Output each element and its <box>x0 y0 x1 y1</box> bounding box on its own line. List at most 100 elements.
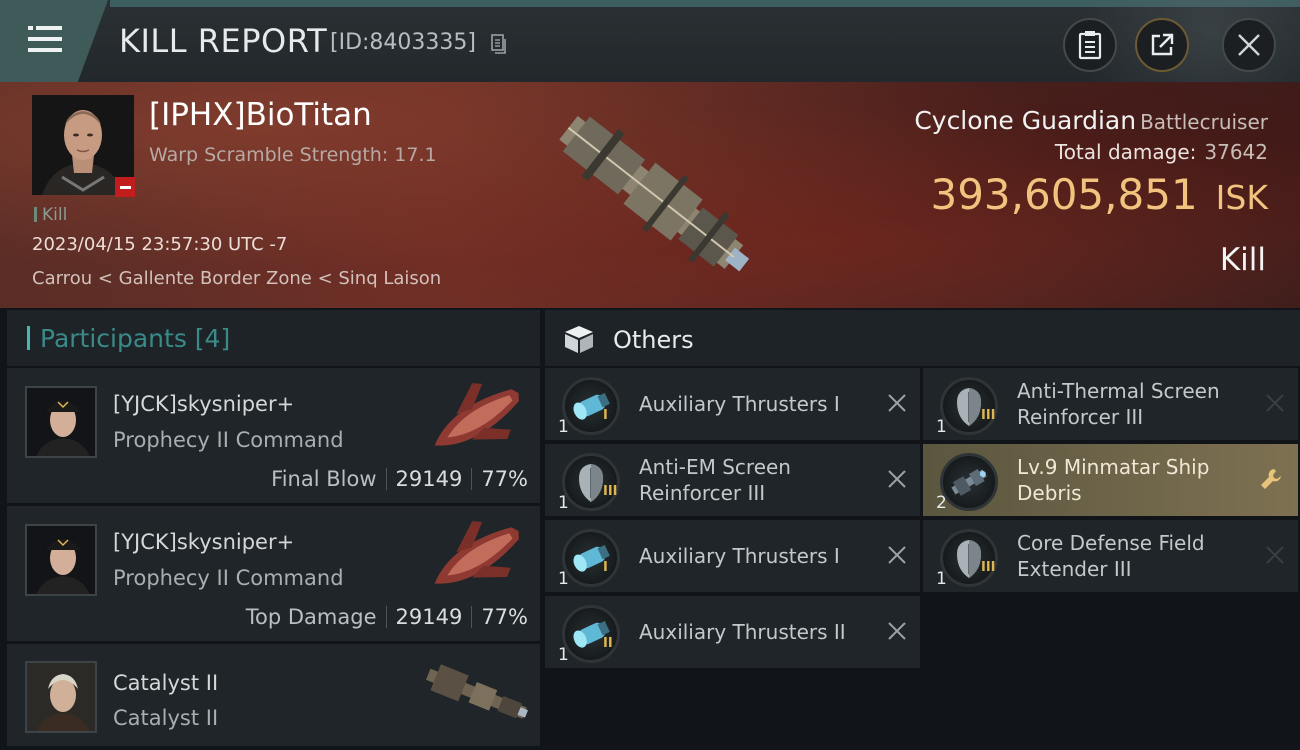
shield-reinforcer-icon <box>940 377 998 435</box>
destroyed-icon <box>1266 546 1284 564</box>
report-result: Kill <box>1219 242 1266 278</box>
clipboard-button[interactable] <box>1063 18 1117 72</box>
total-damage: Total damage: 37642 <box>1055 140 1268 164</box>
share-icon <box>1151 33 1174 56</box>
copy-icon[interactable] <box>491 34 507 54</box>
wrench-icon[interactable] <box>1258 466 1284 492</box>
item-tier: I <box>603 408 608 423</box>
isk-value: 393,605,851 ISK <box>930 170 1268 219</box>
close-button[interactable] <box>1222 18 1276 72</box>
participant-name: [YJCK]skysniper+ <box>113 530 295 554</box>
share-button[interactable] <box>1135 18 1189 72</box>
item-name: Auxiliary Thrusters II <box>639 620 846 644</box>
participant-ship-image <box>434 521 519 584</box>
shield-reinforcer-icon <box>940 529 998 587</box>
isk-amount: 393,605,851 <box>930 170 1198 219</box>
thruster-icon <box>562 377 620 435</box>
victim-ship-image <box>559 115 750 272</box>
loot-item[interactable]: 1 III Core Defense Field Extender III <box>923 520 1298 592</box>
item-name: Core Defense Field Extender III <box>1017 531 1205 581</box>
box-icon <box>565 326 593 353</box>
participant-stats: Final Blow 29149 77% <box>271 467 528 491</box>
top-bar: KILL REPORT [ID:8403335] <box>0 0 1300 82</box>
participant-row[interactable]: [YJCK]skysniper+ Prophecy II Command Fin… <box>7 368 540 503</box>
kill-tag: Kill <box>34 205 67 225</box>
item-name: Anti-EM Screen Reinforcer III <box>639 455 791 505</box>
loot-item[interactable]: 1 I Auxiliary Thrusters I <box>545 520 920 592</box>
item-quantity: 1 <box>558 645 569 665</box>
report-id: [ID:8403335] <box>330 30 476 55</box>
participant-damage: 29149 <box>395 467 463 491</box>
victim-banner: [IPHX]BioTitan Warp Scramble Strength: 1… <box>0 82 1300 308</box>
item-name: Anti-Thermal Screen Reinforcer III <box>1017 379 1220 429</box>
participant-stats: Top Damage 29149 77% <box>246 605 528 629</box>
participant-percent: 77% <box>481 467 528 491</box>
participant-ship: Prophecy II Command <box>113 566 344 590</box>
menu-button[interactable] <box>0 0 108 82</box>
participants-label: Participants [4] <box>40 324 231 353</box>
participant-damage: 29149 <box>395 605 463 629</box>
menu-icon <box>28 26 62 54</box>
loot-item[interactable]: 1 II Auxiliary Thrusters II <box>545 596 920 668</box>
thruster-icon <box>562 529 620 587</box>
participant-name: [YJCK]skysniper+ <box>113 392 295 416</box>
item-name: Auxiliary Thrusters I <box>639 544 840 568</box>
debris-icon <box>940 453 998 511</box>
kill-datetime: 2023/04/15 23:57:30 UTC -7 <box>32 234 288 255</box>
destroyed-icon <box>888 394 906 412</box>
item-name: Lv.9 Minmatar Ship Debris <box>1017 455 1210 505</box>
item-tier: II <box>603 636 613 651</box>
loot-item[interactable]: 1 III Anti-Thermal Screen Reinforcer III <box>923 368 1298 440</box>
isk-unit: ISK <box>1215 178 1268 217</box>
item-tier: III <box>981 560 996 575</box>
participants-accent-bar <box>27 326 30 350</box>
item-quantity: 2 <box>936 493 947 513</box>
participant-ship: Prophecy II Command <box>113 428 344 452</box>
participant-avatar <box>25 524 97 596</box>
item-quantity: 1 <box>936 417 947 437</box>
total-damage-value: 37642 <box>1204 140 1268 164</box>
close-icon <box>1238 34 1260 56</box>
participant-row[interactable]: [YJCK]skysniper+ Prophecy II Command Top… <box>7 506 540 641</box>
item-quantity: 1 <box>936 569 947 589</box>
loot-item[interactable]: 1 III Anti-EM Screen Reinforcer III <box>545 444 920 516</box>
item-quantity: 1 <box>558 417 569 437</box>
destroyed-icon <box>888 470 906 488</box>
participant-name: Catalyst II <box>113 671 219 695</box>
thruster-icon <box>562 605 620 663</box>
item-quantity: 1 <box>558 493 569 513</box>
total-damage-label: Total damage: <box>1054 140 1197 164</box>
participant-role: Top Damage <box>245 605 377 629</box>
participant-ship-image <box>425 664 529 719</box>
victim-name[interactable]: [IPHX]BioTitan <box>149 97 372 133</box>
participant-ship: Catalyst II <box>113 706 219 730</box>
participant-row[interactable]: Catalyst II Catalyst II <box>7 644 540 746</box>
victim-ship-name: Cyclone Guardian <box>914 106 1137 135</box>
victim-ship[interactable]: Cyclone Guardian Battlecruiser <box>914 106 1268 135</box>
others-header: Others <box>545 310 1300 366</box>
others-label: Others <box>613 326 694 354</box>
kill-location[interactable]: Carrou < Gallente Border Zone < Sinq Lai… <box>32 268 441 289</box>
participant-avatar <box>25 661 97 733</box>
participants-header: Participants [4] <box>7 310 540 366</box>
victim-ship-class: Battlecruiser <box>1140 110 1268 134</box>
destroyed-icon <box>888 546 906 564</box>
participant-role: Final Blow <box>271 467 377 491</box>
destroyed-icon <box>888 622 906 640</box>
destroyed-icon <box>1266 394 1284 412</box>
shield-reinforcer-icon <box>562 453 620 511</box>
clipboard-icon <box>1078 31 1102 60</box>
page-title: KILL REPORT <box>119 22 328 60</box>
item-tier: III <box>603 484 618 499</box>
loot-item-highlighted[interactable]: 2 Lv.9 Minmatar Ship Debris <box>923 444 1298 516</box>
loot-item[interactable]: 1 I Auxiliary Thrusters I <box>545 368 920 440</box>
item-quantity: 1 <box>558 569 569 589</box>
hostile-badge <box>115 177 135 197</box>
item-name: Auxiliary Thrusters I <box>639 392 840 416</box>
warp-scramble-strength: Warp Scramble Strength: 17.1 <box>149 144 437 166</box>
participant-percent: 77% <box>481 605 528 629</box>
item-tier: III <box>981 408 996 423</box>
item-tier: I <box>603 560 608 575</box>
participant-ship-image <box>434 383 519 446</box>
participant-avatar <box>25 386 97 458</box>
